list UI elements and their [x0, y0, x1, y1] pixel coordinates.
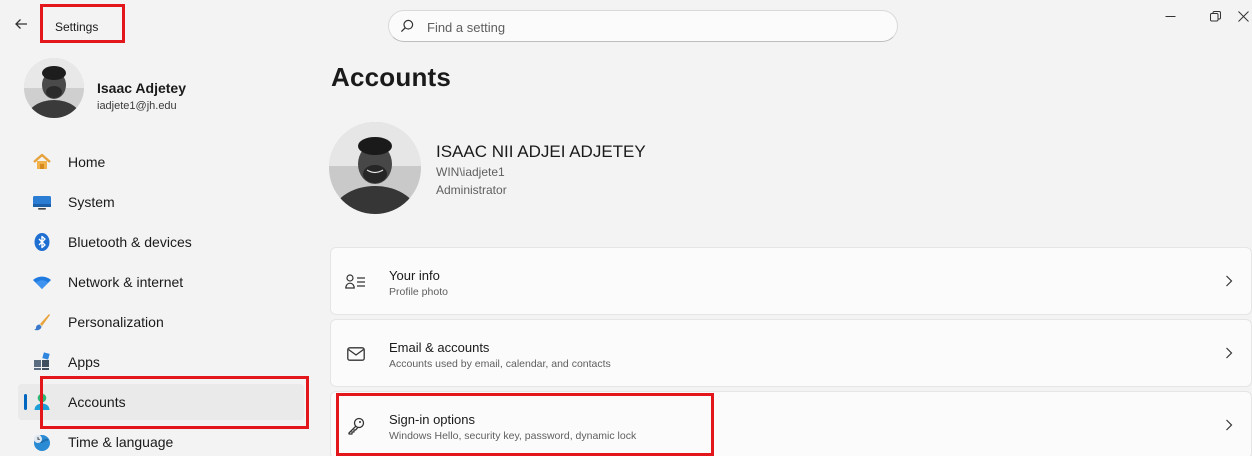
page-title: Accounts [331, 62, 452, 92]
minimize-button[interactable] [1148, 0, 1192, 32]
bluetooth-icon [32, 232, 52, 252]
sign-in-options-card[interactable]: Sign-in options Windows Hello, security … [330, 391, 1252, 456]
brush-icon [32, 312, 52, 332]
sidebar-item-accounts[interactable]: Accounts [18, 384, 304, 420]
profile-account: WIN\iadjete1 [436, 165, 505, 179]
sidebar-item-label: System [68, 194, 115, 210]
sidebar-item-system[interactable]: System [18, 184, 304, 220]
avatar [24, 58, 84, 118]
sidebar-item-label: Bluetooth & devices [68, 234, 192, 250]
sidebar-item-bluetooth[interactable]: Bluetooth & devices [18, 224, 304, 260]
search-input[interactable] [427, 17, 867, 37]
search-icon [400, 19, 414, 33]
sidebar-item-label: Network & internet [68, 274, 184, 290]
card-title: Email & accounts [389, 340, 490, 355]
person-list-icon [345, 271, 367, 293]
sidebar-item-label: Accounts [68, 394, 126, 410]
minimize-icon [1165, 15, 1175, 17]
app-title: Settings [55, 20, 99, 34]
card-title: Your info [389, 268, 440, 283]
user-email: iadjete1@jh.edu [97, 100, 177, 112]
chevron-right-icon [1221, 344, 1237, 362]
sidebar-item-label: Home [68, 154, 106, 170]
user-name: Isaac Adjetey [97, 80, 186, 96]
arrow-left-icon [15, 19, 27, 29]
card-subtitle: Accounts used by email, calendar, and co… [389, 358, 611, 370]
chevron-right-icon [1221, 416, 1237, 434]
sidebar-item-label: Personalization [68, 314, 164, 330]
sidebar-item-apps[interactable]: Apps [18, 344, 304, 380]
email-accounts-card[interactable]: Email & accounts Accounts used by email,… [330, 319, 1252, 387]
window-controls [1148, 0, 1252, 32]
sidebar-item-home[interactable]: Home [18, 144, 304, 180]
profile-avatar[interactable] [329, 122, 421, 214]
restore-icon [1209, 10, 1221, 21]
title-bar: Settings [0, 0, 1252, 48]
sidebar-item-label: Time & language [68, 434, 174, 450]
your-info-card[interactable]: Your info Profile photo [330, 247, 1252, 315]
profile-name: ISAAC NII ADJEI ADJETEY [436, 142, 646, 161]
card-subtitle: Profile photo [389, 286, 448, 298]
sidebar-item-personalization[interactable]: Personalization [18, 304, 304, 340]
apps-icon [32, 352, 52, 372]
selection-indicator [24, 394, 27, 410]
system-icon [32, 192, 52, 212]
sidebar-item-label: Apps [68, 354, 100, 370]
close-button[interactable] [1238, 0, 1252, 32]
home-icon [32, 152, 52, 172]
key-icon [345, 415, 367, 437]
wifi-icon [32, 272, 52, 292]
sidebar: Isaac Adjetey iadjete1@jh.edu Home Syste… [0, 48, 320, 456]
person-icon [32, 392, 52, 412]
profile-header: ISAAC NII ADJEI ADJETEY WIN\iadjete1 Adm… [329, 122, 929, 217]
main-content: Accounts ISAAC NII ADJEI ADJETEY WIN\iad… [320, 48, 1252, 456]
card-title: Sign-in options [389, 412, 475, 427]
back-button[interactable] [10, 14, 32, 36]
user-card[interactable]: Isaac Adjetey iadjete1@jh.edu [24, 58, 304, 118]
profile-role: Administrator [436, 183, 507, 197]
sidebar-item-time-language[interactable]: Time & language [18, 424, 304, 456]
search-box[interactable] [388, 10, 898, 42]
sidebar-item-network[interactable]: Network & internet [18, 264, 304, 300]
restore-button[interactable] [1192, 0, 1238, 32]
mail-icon [345, 343, 367, 365]
chevron-right-icon [1221, 272, 1237, 290]
card-subtitle: Windows Hello, security key, password, d… [389, 430, 637, 442]
close-icon [1238, 10, 1249, 22]
globe-clock-icon [32, 432, 52, 452]
